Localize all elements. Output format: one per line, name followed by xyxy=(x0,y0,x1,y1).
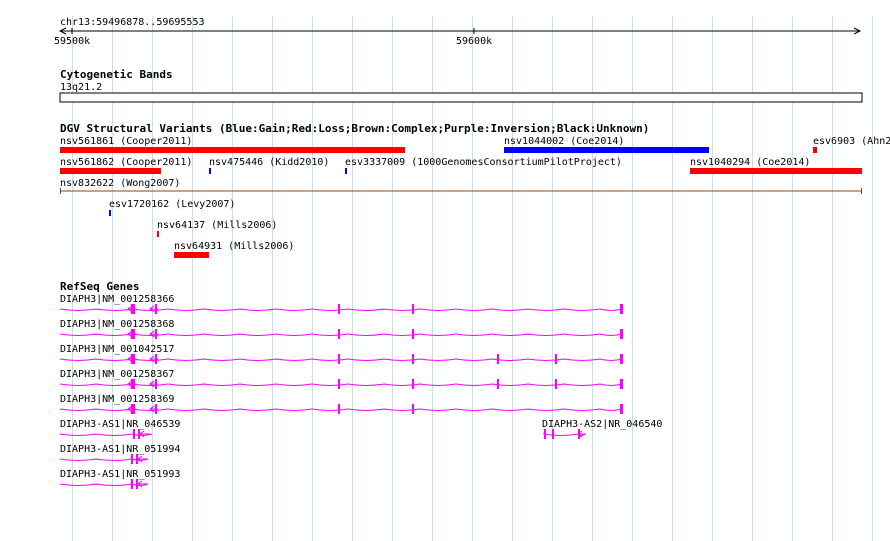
track-title: Cytogenetic Bands xyxy=(60,68,173,81)
variant-bar-esv6903[interactable] xyxy=(813,147,817,153)
exon-block xyxy=(412,304,414,314)
exon-block xyxy=(412,329,414,339)
variant-label: esv3337009 (1000GenomesConsortiumPilotPr… xyxy=(345,157,622,168)
intron-line xyxy=(59,483,149,486)
transcript-diaph3-as1-nr051994[interactable]: DIAPH3-AS1|NR_051994 xyxy=(59,444,180,464)
gene-model xyxy=(59,429,153,439)
gene-model xyxy=(59,329,623,339)
track-title: RefSeq Genes xyxy=(60,280,139,293)
exon-block xyxy=(133,429,135,439)
ruler-tick-label: 59600k xyxy=(456,36,492,47)
exon-block xyxy=(412,404,414,414)
variant-bar-nsv475446[interactable] xyxy=(209,168,211,174)
exon-block xyxy=(338,329,340,339)
intron-line xyxy=(59,458,149,461)
exon-block xyxy=(497,354,499,364)
intron-line xyxy=(59,333,623,336)
exon-block xyxy=(620,329,623,339)
transcript-label: DIAPH3-AS1|NR_051994 xyxy=(60,444,180,455)
variant-bar-nsv1040294[interactable] xyxy=(690,168,862,174)
variant-label: nsv561861 (Cooper2011) xyxy=(60,136,192,147)
variant-bar-esv3337009[interactable] xyxy=(345,168,347,174)
exon-block xyxy=(544,429,546,439)
exon-block xyxy=(620,354,623,364)
transcript-label: DIAPH3|NM_001258369 xyxy=(60,394,174,405)
variant-label: esv6903 (Ahn2 xyxy=(813,136,890,147)
transcript-diaph3-as1-nr051993[interactable]: DIAPH3-AS1|NR_051993 xyxy=(59,469,180,489)
transcript-label: DIAPH3-AS1|NR_051993 xyxy=(60,469,180,480)
intron-line xyxy=(59,308,623,311)
ruler-position: chr13:59496878..59695553 xyxy=(60,17,205,28)
intron-line xyxy=(59,358,623,361)
transcript-diaph3-nm001258367[interactable]: DIAPH3|NM_001258367 xyxy=(59,369,623,389)
gene-model xyxy=(59,454,149,464)
variant-bar-nsv561861[interactable] xyxy=(60,147,405,153)
exon-block xyxy=(497,379,499,389)
transcript-diaph3-as1-nr046539[interactable]: DIAPH3-AS1|NR_046539 xyxy=(59,419,180,439)
transcript-label: DIAPH3-AS2|NR_046540 xyxy=(542,419,662,430)
ruler-track[interactable]: chr13:59496878..59695553 59500k 59600k xyxy=(54,17,862,47)
intron-line xyxy=(59,408,623,411)
transcript-diaph3-nm001258366[interactable]: DIAPH3|NM_001258366 xyxy=(59,294,623,314)
variant-label: nsv832622 (Wong2007) xyxy=(60,178,180,189)
gene-model xyxy=(59,404,623,414)
transcript-diaph3-as2-nr046540[interactable]: DIAPH3-AS2|NR_046540 xyxy=(542,419,662,439)
variant-bar-nsv64931[interactable] xyxy=(174,252,209,258)
gene-model xyxy=(59,304,623,314)
gene-model xyxy=(59,379,623,389)
exon-block xyxy=(620,404,623,414)
transcript-label: DIAPH3|NM_001258366 xyxy=(60,294,174,305)
exon-block xyxy=(620,379,623,389)
variant-bar-nsv64137[interactable] xyxy=(157,231,159,237)
exon-block xyxy=(412,379,414,389)
genome-browser-view: chr13:59496878..59695553 59500k 59600k C… xyxy=(0,0,890,541)
dgv-track[interactable]: DGV Structural Variants (Blue:Gain;Red:L… xyxy=(60,122,890,258)
exon-block xyxy=(338,304,340,314)
exon-block xyxy=(552,429,554,439)
transcript-label: DIAPH3|NM_001258367 xyxy=(60,369,174,380)
gene-model xyxy=(59,479,149,489)
cytoband-bar[interactable] xyxy=(59,92,863,103)
track-title: DGV Structural Variants (Blue:Gain;Red:L… xyxy=(60,122,649,135)
exon-block xyxy=(338,354,340,364)
variant-label: nsv64931 (Mills2006) xyxy=(174,241,294,252)
variant-label: esv1720162 (Levy2007) xyxy=(109,199,235,210)
variant-bar-nsv561862[interactable] xyxy=(60,168,161,174)
gene-model xyxy=(542,429,586,439)
refseq-track[interactable]: RefSeq Genes DIAPH3|NM_001258366 DIAPH3|… xyxy=(59,280,662,489)
variant-bar-nsv1044002[interactable] xyxy=(504,147,709,153)
variant-label: nsv561862 (Cooper2011) xyxy=(60,157,192,168)
gene-model xyxy=(59,354,623,364)
intron-line xyxy=(59,383,623,386)
exon-block xyxy=(338,379,340,389)
variant-bar-esv1720162[interactable] xyxy=(109,210,111,216)
transcript-label: DIAPH3|NM_001042517 xyxy=(60,344,174,355)
variant-label: nsv1044002 (Coe2014) xyxy=(504,136,624,147)
transcript-diaph3-nm001258369[interactable]: DIAPH3|NM_001258369 xyxy=(59,394,623,414)
transcript-diaph3-nm001042517[interactable]: DIAPH3|NM_001042517 xyxy=(59,344,623,364)
exon-block xyxy=(555,379,557,389)
cytoband-track[interactable]: Cytogenetic Bands 13q21.2 xyxy=(59,68,863,103)
exon-block xyxy=(412,354,414,364)
exon-block xyxy=(620,304,623,314)
transcript-label: DIAPH3|NM_001258368 xyxy=(60,319,174,330)
exon-block xyxy=(131,479,133,489)
cytoband-label: 13q21.2 xyxy=(60,82,102,93)
exon-block xyxy=(555,354,557,364)
variant-label: nsv64137 (Mills2006) xyxy=(157,220,277,231)
transcript-diaph3-nm001258368[interactable]: DIAPH3|NM_001258368 xyxy=(59,319,623,339)
browser-canvas: chr13:59496878..59695553 59500k 59600k C… xyxy=(54,16,890,541)
variant-label: nsv1040294 (Coe2014) xyxy=(690,157,810,168)
exon-block xyxy=(338,404,340,414)
ruler-tick-label: 59500k xyxy=(54,36,90,47)
exon-block xyxy=(131,454,133,464)
transcript-label: DIAPH3-AS1|NR_046539 xyxy=(60,419,180,430)
variant-label: nsv475446 (Kidd2010) xyxy=(209,157,329,168)
